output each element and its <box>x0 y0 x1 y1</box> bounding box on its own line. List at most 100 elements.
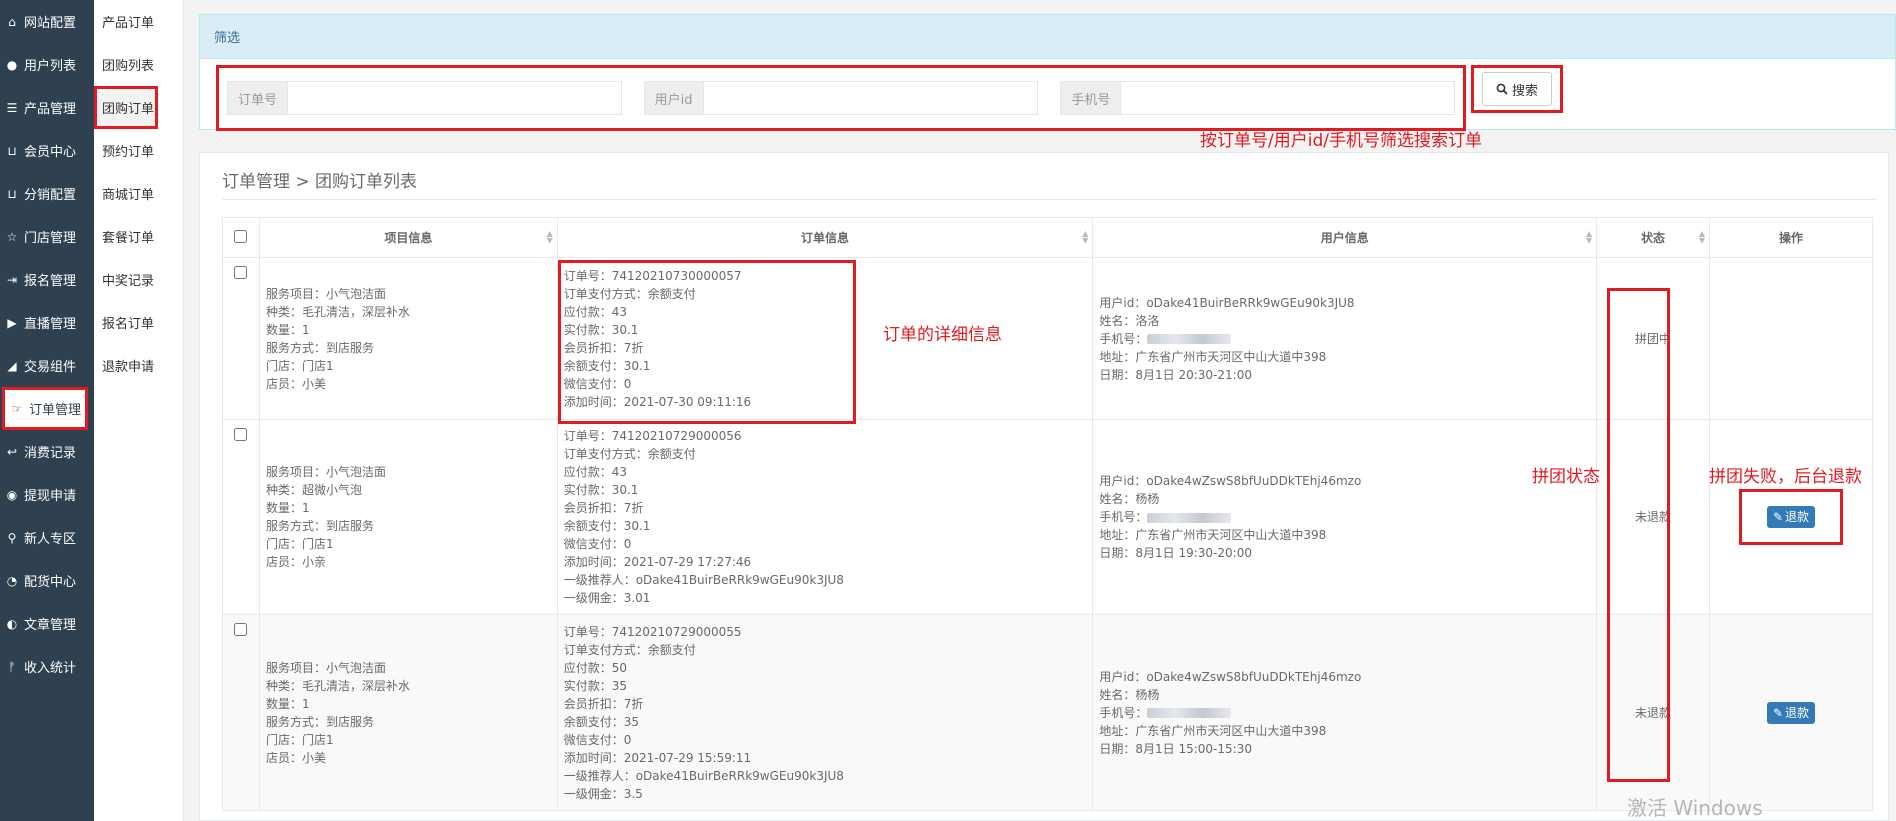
search-highlight: 搜索 <box>1471 65 1563 113</box>
row-checkbox[interactable] <box>234 623 248 636</box>
sidebar-item-site-config[interactable]: ⌂ 网站配置 <box>0 0 94 43</box>
sidebar-item-consume[interactable]: ↩ 消费记录 <box>0 430 94 473</box>
submenu-item-group-list[interactable]: 团购列表 <box>94 43 183 86</box>
sidebar-item-delivery[interactable]: ◔ 配货中心 <box>0 559 94 602</box>
wechat-icon: ◉ <box>6 487 18 502</box>
sidebar: ⌂ 网站配置 ● 用户列表 ☰ 产品管理 ⊔ 会员中心 ⊔ 分销配置 ☆ 门店管理 ⇥ 报名管… <box>0 0 94 821</box>
user-name: 姓名：洛洛 <box>1099 313 1160 328</box>
order-line: 应付款：43 <box>563 465 627 479</box>
order-line: 微信支付：0 <box>563 537 632 551</box>
submenu-item-prize-record[interactable]: 中奖记录 <box>94 258 183 301</box>
column-label: 用户信息 <box>1320 231 1369 245</box>
column-header-user[interactable]: 用户信息 ▲ ▼ <box>1092 217 1598 258</box>
sidebar-item-label: 提现申请 <box>24 489 77 504</box>
submenu-item-signup-order[interactable]: 报名订单 <box>94 301 183 344</box>
user-info-cell: 用户id：oDake4wZswS8bfUuDDkTEhj46mzo 姓名：杨杨 … <box>1092 614 1598 811</box>
sidebar-item-distribution[interactable]: ⊔ 分销配置 <box>0 172 94 215</box>
sidebar-item-label: 新人专区 <box>24 532 77 547</box>
sidebar-item-trade[interactable]: ◢ 交易组件 <box>0 344 94 387</box>
eraser-icon: ◢ <box>7 358 17 373</box>
action-cell: ✎ 退款 <box>1709 614 1873 811</box>
user-phone-line: 手机号： <box>1099 330 1590 348</box>
order-line: 会员折扣：7折 <box>563 340 644 355</box>
user-phone: 手机号： <box>1099 705 1148 720</box>
order-info-cell: 订单号：74120210730000057 订单支付方式：余额支付 应付款：43 实付… <box>556 257 1094 420</box>
sidebar-item-label: 直播管理 <box>24 317 77 332</box>
table-header-row: 项目信息 ▲ ▼ 订单信息 ▲ ▼ 用户信息 ▲ ▼ 状态 ▲ ▼ 操作 <box>222 217 1873 258</box>
order-line: 订单支付方式：余额支付 <box>563 286 696 301</box>
order-table: 项目信息 ▲ ▼ 订单信息 ▲ ▼ 用户信息 ▲ ▼ 状态 ▲ ▼ 操作 服务项目：小气泡洁面种… <box>222 217 1873 811</box>
submenu-item-product-order[interactable]: 产品订单 <box>94 0 183 43</box>
project-line: 种类：毛孔清洁，深层补水 <box>265 678 410 693</box>
user-address: 地址：广东省广州市天河区中山大道中398 <box>1099 723 1327 738</box>
user-id: 用户id：oDake4wZswS8bfUuDDkTEhj46mzo <box>1099 474 1362 488</box>
refund-button[interactable]: ✎ 退款 <box>1767 506 1815 528</box>
sidebar-item-product[interactable]: ☰ 产品管理 <box>0 86 94 129</box>
submenu-item-mall-order[interactable]: 商城订单 <box>94 172 183 215</box>
status-note: 拼团状态 <box>1532 467 1600 487</box>
user-date: 日期：8月1日 15:00-15:30 <box>1099 741 1252 756</box>
project-line: 服务方式：到店服务 <box>265 519 374 533</box>
sidebar-item-label: 门店管理 <box>24 231 77 246</box>
video-icon: ▶ <box>7 315 17 330</box>
sidebar-item-income[interactable]: ᚠ 收入统计 <box>0 645 94 688</box>
select-all-checkbox[interactable] <box>234 229 248 243</box>
submenu-item-booking-order[interactable]: 预约订单 <box>94 129 183 172</box>
sidebar-item-order[interactable]: ☞ 订单管理 <box>2 387 88 430</box>
user-date: 日期：8月1日 19:30-20:00 <box>1099 546 1252 560</box>
order-line: 订单支付方式：余额支付 <box>563 642 696 657</box>
user-name: 姓名：杨杨 <box>1099 492 1160 506</box>
order-line: 一级佣金：3.01 <box>563 591 651 605</box>
row-select-cell <box>222 614 260 811</box>
project-line: 数量：1 <box>265 696 310 711</box>
table-row: 服务项目：小气泡洁面 种类：超微小气泡 数量：1 服务方式：到店服务 门店：门店1 店员：… <box>222 419 1873 615</box>
edit-icon: ✎ <box>1772 510 1784 524</box>
project-line: 店员：小亲 <box>265 555 326 569</box>
submenu-item-group-order[interactable]: 团购订单 <box>94 86 158 129</box>
submenu-item-refund-request[interactable]: 退款申请 <box>94 344 183 387</box>
order-no-input[interactable] <box>288 82 621 114</box>
user-address: 地址：广东省广州市天河区中山大道中398 <box>1099 349 1327 364</box>
table-row: 服务项目：小气泡洁面 种类：毛孔清洁，深层补水 数量：1 服务方式：到店服务 门店：门店… <box>222 257 1873 420</box>
sidebar-item-live[interactable]: ▶ 直播管理 <box>0 301 94 344</box>
sidebar-item-store[interactable]: ☆ 门店管理 <box>0 215 94 258</box>
column-header-order[interactable]: 订单信息 ▲ ▼ <box>556 217 1094 258</box>
order-line: 应付款：43 <box>563 304 627 319</box>
sidebar-item-newcomer[interactable]: ⚲ 新人专区 <box>0 516 94 559</box>
user-address: 地址：广东省广州市天河区中山大道中398 <box>1099 528 1327 542</box>
column-label: 状态 <box>1641 231 1666 245</box>
phone-label: 手机号 <box>1061 82 1122 114</box>
sidebar-item-label: 配货中心 <box>24 575 77 590</box>
column-header-status[interactable]: 状态 ▲ ▼ <box>1596 217 1711 258</box>
project-info-cell: 服务项目：小气泡洁面 种类：超微小气泡 数量：1 服务方式：到店服务 门店：门店1 店员：… <box>258 419 558 615</box>
windows-watermark: 激活 Windows <box>1627 796 1763 820</box>
order-line: 实付款：35 <box>563 678 627 693</box>
sidebar-item-label: 消费记录 <box>24 446 77 461</box>
pie-chart-icon: ◔ <box>6 573 18 588</box>
sidebar-item-withdraw[interactable]: ◉ 提现申请 <box>0 473 94 516</box>
sidebar-item-member[interactable]: ⊔ 会员中心 <box>0 129 94 172</box>
status-badge: 拼团中 <box>1635 331 1672 346</box>
order-info-cell: 订单号：74120210729000055 订单支付方式：余额支付 应付款：50 实付… <box>556 614 1094 811</box>
sidebar-item-article[interactable]: ◐ 文章管理 <box>0 602 94 645</box>
order-line: 一级推荐人：oDake41BuirBeRRk9wGEu90k3JU8 <box>563 768 844 783</box>
refund-button[interactable]: ✎ 退款 <box>1767 701 1815 724</box>
sidebar-item-user-list[interactable]: ● 用户列表 <box>0 43 94 86</box>
sidebar-item-signup[interactable]: ⇥ 报名管理 <box>0 258 94 301</box>
order-line: 订单号：74120210729000055 <box>563 624 742 639</box>
refund-note: 拼团失败，后台退款 <box>1709 467 1862 487</box>
project-line: 种类：毛孔清洁，深层补水 <box>265 304 410 319</box>
row-checkbox[interactable] <box>234 266 248 279</box>
adjust-icon: ◐ <box>6 616 18 631</box>
user-info-cell: 用户id：oDake41BuirBeRRk9wGEu90k3JU8 姓名：洛洛 … <box>1092 257 1598 420</box>
sidebar-item-label: 会员中心 <box>24 145 77 160</box>
column-header-project[interactable]: 项目信息 ▲ ▼ <box>258 217 558 258</box>
column-header-action: 操作 <box>1709 217 1873 258</box>
submenu-item-package-order[interactable]: 套餐订单 <box>94 215 183 258</box>
phone-input[interactable] <box>1121 82 1455 114</box>
user-id-input[interactable] <box>703 82 1038 114</box>
search-button[interactable]: 搜索 <box>1482 72 1552 106</box>
row-checkbox[interactable] <box>234 428 248 441</box>
order-line: 实付款：30.1 <box>563 483 639 497</box>
action-cell: ✎ 退款 <box>1709 419 1873 615</box>
